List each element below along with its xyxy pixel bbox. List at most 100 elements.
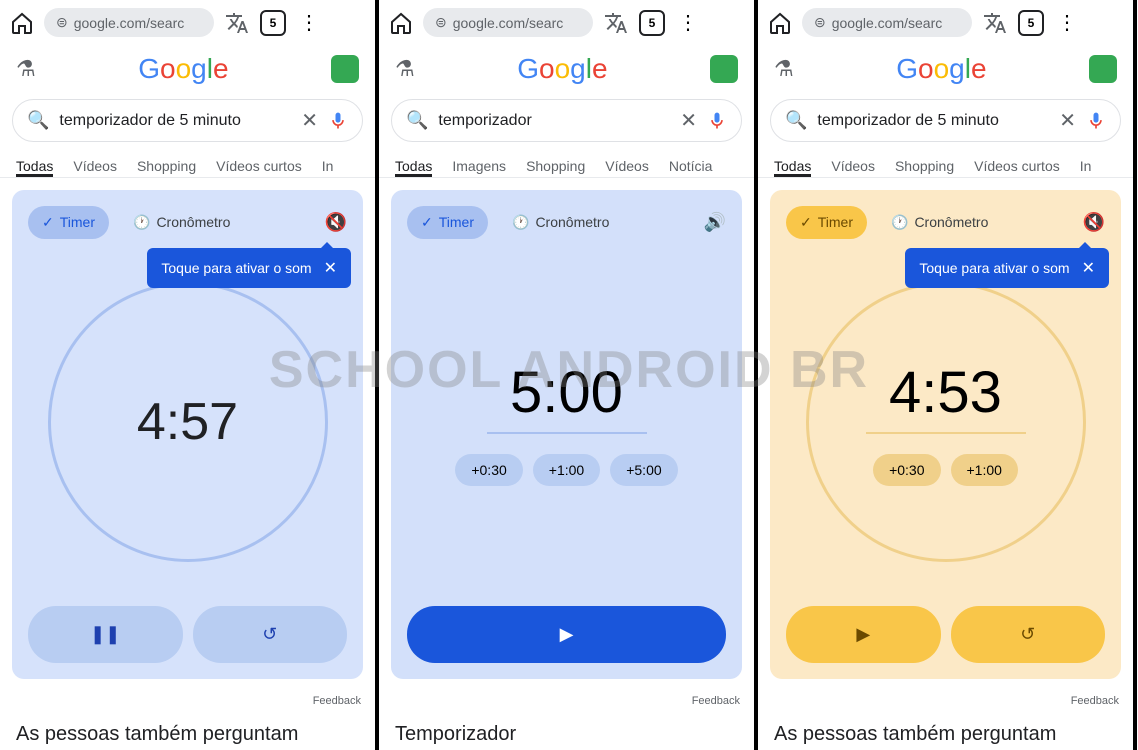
- labs-icon[interactable]: ⚗: [774, 56, 794, 82]
- stopwatch-chip[interactable]: 🕐Cronômetro: [119, 206, 244, 239]
- tab-videos-curtos[interactable]: Vídeos curtos: [974, 158, 1060, 177]
- add-30s-button[interactable]: +0:30: [455, 454, 522, 486]
- play-button[interactable]: ▶: [786, 606, 941, 663]
- people-also-ask: As pessoas também perguntam: [0, 711, 375, 750]
- tabs-count-badge[interactable]: 5: [639, 10, 665, 36]
- tab-shopping[interactable]: Shopping: [137, 158, 196, 177]
- timer-card: ✓Timer 🕐Cronômetro 🔇 Toque para ativar o…: [770, 190, 1121, 680]
- feedback-link[interactable]: Feedback: [758, 691, 1133, 711]
- feedback-link[interactable]: Feedback: [379, 691, 754, 711]
- progress-circle: [48, 282, 328, 562]
- url-bar[interactable]: ⊜google.com/searc: [802, 8, 972, 37]
- reset-button[interactable]: ↺: [951, 606, 1106, 663]
- url-bar[interactable]: ⊜google.com/searc: [44, 8, 214, 37]
- url-bar[interactable]: ⊜google.com/searc: [423, 8, 593, 37]
- add-5m-button[interactable]: +5:00: [610, 454, 677, 486]
- search-icon: 🔍: [406, 110, 428, 131]
- pane-2: ⊜google.com/searc 5 ⋮ ⚗ Google 🔍 ✕ Todas…: [379, 0, 758, 750]
- pane-3: ⊜google.com/searc 5 ⋮ ⚗ Google 🔍 ✕ Todas…: [758, 0, 1137, 750]
- tab-videos[interactable]: Vídeos: [831, 158, 875, 177]
- time-input[interactable]: 5:00: [487, 359, 647, 434]
- play-button[interactable]: ▶: [407, 606, 726, 663]
- clock-icon: 🕐: [512, 214, 529, 231]
- tooltip-close-icon[interactable]: ✕: [324, 258, 337, 278]
- google-logo[interactable]: Google: [138, 53, 228, 85]
- check-icon: ✓: [42, 214, 54, 231]
- search-box[interactable]: 🔍 ✕: [391, 99, 742, 142]
- sound-on-icon[interactable]: 🔊: [704, 212, 726, 233]
- clear-icon[interactable]: ✕: [301, 108, 318, 133]
- progress-circle: [806, 282, 1086, 562]
- people-also-ask: As pessoas também perguntam: [758, 711, 1133, 750]
- mic-icon[interactable]: [1086, 111, 1106, 131]
- timer-chip[interactable]: ✓Timer: [786, 206, 867, 239]
- sound-muted-icon[interactable]: 🔇: [1083, 212, 1105, 233]
- timer-card: ✓Timer 🕐Cronômetro 🔊 5:00 +0:30 +1:00 +5…: [391, 190, 742, 680]
- search-input[interactable]: [817, 112, 1049, 130]
- search-tabs: Todas Vídeos Shopping Vídeos curtos In: [0, 148, 375, 178]
- pause-button[interactable]: ❚❚: [28, 606, 183, 663]
- search-input[interactable]: [438, 112, 670, 130]
- labs-icon[interactable]: ⚗: [16, 56, 36, 82]
- search-icon: 🔍: [785, 110, 807, 131]
- browser-bar: ⊜google.com/searc 5 ⋮: [0, 0, 375, 45]
- timer-chip[interactable]: ✓Timer: [407, 206, 488, 239]
- tab-noticias[interactable]: Notícia: [669, 158, 713, 177]
- mic-icon[interactable]: [707, 111, 727, 131]
- tab-imagens[interactable]: Imagens: [452, 158, 506, 177]
- browser-bar: ⊜google.com/searc 5 ⋮: [379, 0, 754, 45]
- search-tabs: Todas Imagens Shopping Vídeos Notícia: [379, 148, 754, 178]
- tab-more[interactable]: In: [1080, 158, 1092, 177]
- labs-icon[interactable]: ⚗: [395, 56, 415, 82]
- timer-chip[interactable]: ✓Timer: [28, 206, 109, 239]
- google-logo[interactable]: Google: [896, 53, 986, 85]
- stopwatch-chip[interactable]: 🕐Cronômetro: [877, 206, 1002, 239]
- sound-tooltip: Toque para ativar o som ✕: [147, 248, 351, 288]
- stopwatch-chip[interactable]: 🕐Cronômetro: [498, 206, 623, 239]
- search-box[interactable]: 🔍 ✕: [770, 99, 1121, 142]
- tab-videos[interactable]: Vídeos: [605, 158, 649, 177]
- tab-more[interactable]: In: [322, 158, 334, 177]
- google-logo[interactable]: Google: [517, 53, 607, 85]
- tabs-count-badge[interactable]: 5: [260, 10, 286, 36]
- search-tabs: Todas Vídeos Shopping Vídeos curtos In: [758, 148, 1133, 178]
- tab-shopping[interactable]: Shopping: [895, 158, 954, 177]
- sound-tooltip: Toque para ativar o som ✕: [905, 248, 1109, 288]
- below-heading: Temporizador: [379, 711, 754, 750]
- translate-icon[interactable]: [982, 10, 1008, 36]
- avatar[interactable]: [710, 55, 738, 83]
- translate-icon[interactable]: [603, 10, 629, 36]
- clock-icon: 🕐: [133, 214, 150, 231]
- tabs-count-badge[interactable]: 5: [1018, 10, 1044, 36]
- mic-icon[interactable]: [328, 111, 348, 131]
- tab-videos[interactable]: Vídeos: [73, 158, 117, 177]
- clear-icon[interactable]: ✕: [1059, 108, 1076, 133]
- tooltip-close-icon[interactable]: ✕: [1082, 258, 1095, 278]
- tab-todas[interactable]: Todas: [774, 158, 811, 177]
- tab-todas[interactable]: Todas: [395, 158, 432, 177]
- feedback-link[interactable]: Feedback: [0, 691, 375, 711]
- reset-button[interactable]: ↺: [193, 606, 348, 663]
- clock-icon: 🕐: [891, 214, 908, 231]
- search-box[interactable]: 🔍 ✕: [12, 99, 363, 142]
- sound-muted-icon[interactable]: 🔇: [325, 212, 347, 233]
- add-1m-button[interactable]: +1:00: [533, 454, 600, 486]
- menu-dots-icon[interactable]: ⋮: [296, 10, 322, 36]
- translate-icon[interactable]: [224, 10, 250, 36]
- menu-dots-icon[interactable]: ⋮: [675, 10, 701, 36]
- menu-dots-icon[interactable]: ⋮: [1054, 10, 1080, 36]
- home-icon[interactable]: [389, 11, 413, 35]
- avatar[interactable]: [1089, 55, 1117, 83]
- home-icon[interactable]: [768, 11, 792, 35]
- home-icon[interactable]: [10, 11, 34, 35]
- timer-card: ✓Timer 🕐Cronômetro 🔇 Toque para ativar o…: [12, 190, 363, 680]
- pane-1: ⊜google.com/searc 5 ⋮ ⚗ Google 🔍 ✕ Todas…: [0, 0, 379, 750]
- tab-todas[interactable]: Todas: [16, 158, 53, 177]
- search-input[interactable]: [59, 112, 291, 130]
- clear-icon[interactable]: ✕: [680, 108, 697, 133]
- tab-videos-curtos[interactable]: Vídeos curtos: [216, 158, 302, 177]
- check-icon: ✓: [421, 214, 433, 231]
- tab-shopping[interactable]: Shopping: [526, 158, 585, 177]
- browser-bar: ⊜google.com/searc 5 ⋮: [758, 0, 1133, 45]
- avatar[interactable]: [331, 55, 359, 83]
